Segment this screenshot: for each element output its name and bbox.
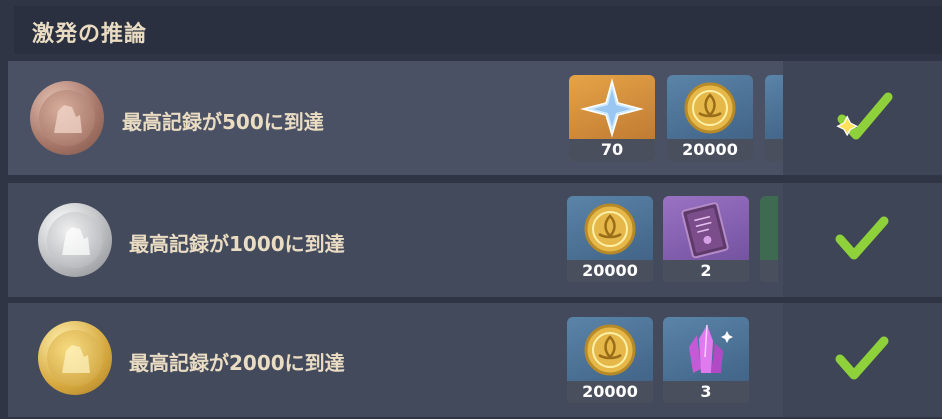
primogem-icon xyxy=(580,78,644,138)
reward-mora[interactable]: 20000 xyxy=(567,317,653,403)
check-icon xyxy=(835,336,889,380)
purple-book-icon xyxy=(681,202,729,259)
achievement-row-1000[interactable]: 最高記録が1000に到達 20000 2 xyxy=(8,183,942,297)
row-label: 最高記録が500に到達 xyxy=(122,110,324,134)
row-label: 最高記録が1000に到達 xyxy=(129,232,345,256)
reward-mora[interactable]: 20000 xyxy=(667,75,753,161)
reward-book[interactable]: 2 xyxy=(663,196,749,282)
reward-mora[interactable]: 20000 xyxy=(567,196,653,282)
event-title: 激発の推論 xyxy=(32,22,148,47)
reward-count: 20000 xyxy=(567,260,653,282)
mora-coin-icon xyxy=(584,203,636,255)
reward-count: 2 xyxy=(663,260,749,282)
achievement-row-2000[interactable]: 最高記録が2000に到達 20000 3 xyxy=(8,303,942,417)
mora-coin-icon xyxy=(684,82,736,134)
check-icon xyxy=(835,216,889,260)
gold-medal-icon xyxy=(38,321,112,395)
event-header: 激発の推論 xyxy=(14,6,942,54)
reward-count: 70 xyxy=(569,139,655,161)
mora-coin-icon xyxy=(584,324,636,376)
reward-peek[interactable] xyxy=(760,196,778,282)
silver-medal-icon xyxy=(38,203,112,277)
purple-crystal-icon xyxy=(689,324,733,373)
check-icon xyxy=(836,92,893,140)
reward-crystal[interactable]: 3 xyxy=(663,317,749,403)
bronze-medal-icon xyxy=(30,81,104,155)
row-label: 最高記録が2000に到達 xyxy=(129,351,345,375)
reward-peek[interactable] xyxy=(765,75,783,161)
reward-count: 20000 xyxy=(567,381,653,403)
reward-count: 20000 xyxy=(667,139,753,161)
reward-primogem[interactable]: 70 xyxy=(569,75,655,161)
reward-count: 3 xyxy=(663,381,749,403)
achievement-row-500[interactable]: 最高記録が500に到達 70 20000 xyxy=(8,61,942,175)
